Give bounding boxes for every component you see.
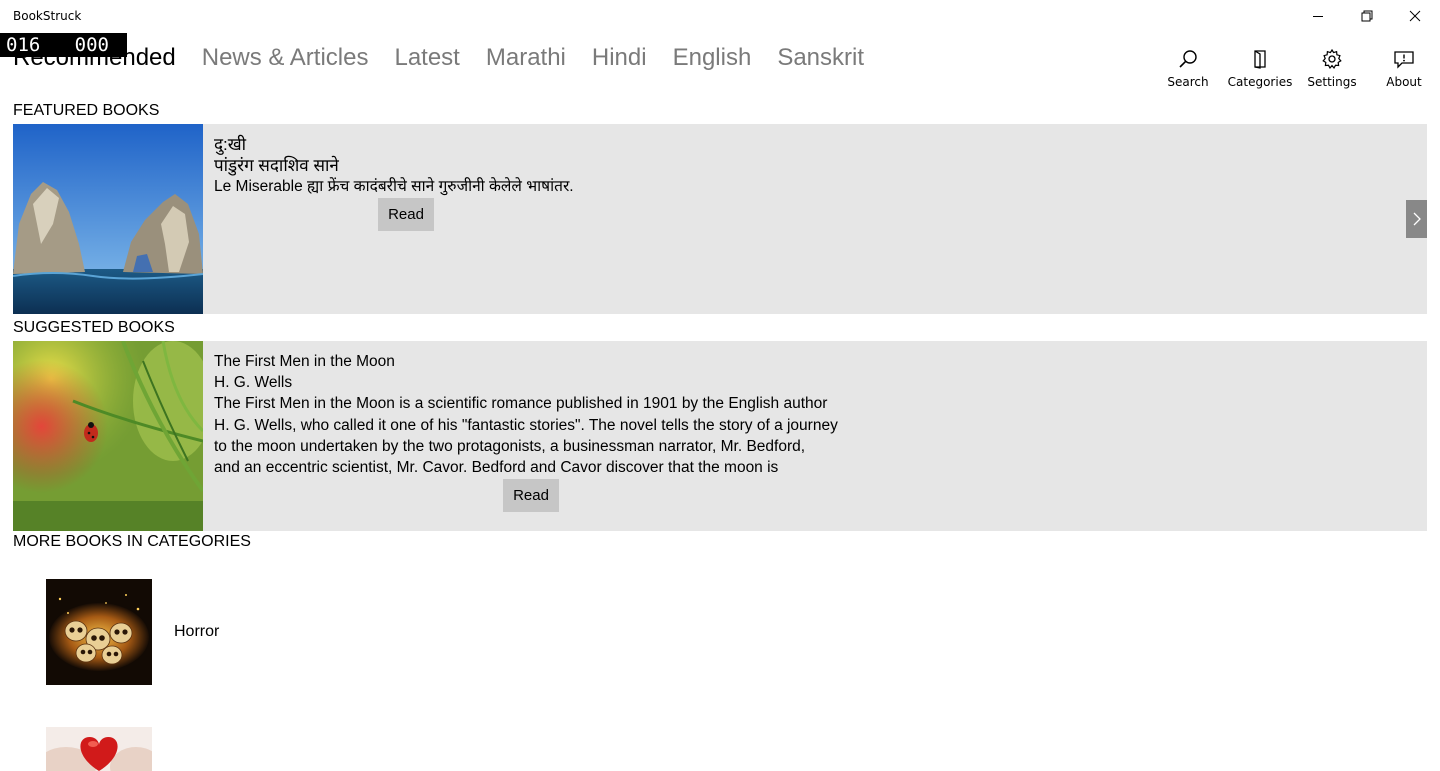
categories-button[interactable]: Categories (1224, 48, 1296, 94)
description-line: to the moon undertaken by the two protag… (214, 437, 806, 455)
close-button[interactable] (1392, 0, 1438, 32)
more-heading: MORE BOOKS IN CATEGORIES (13, 533, 251, 550)
minimize-button[interactable] (1295, 0, 1341, 32)
gear-icon (1322, 48, 1342, 70)
chevron-right-icon (1413, 212, 1421, 226)
featured-text: दु:खी पांडुरंग सदाशिव साने Le Miserable … (214, 134, 854, 198)
description-line: H. G. Wells, who called it one of his "f… (214, 416, 838, 434)
category-love-image[interactable] (46, 727, 152, 771)
about-button[interactable]: About (1368, 48, 1440, 94)
tab-hindi[interactable]: Hindi (592, 44, 647, 80)
suggested-heading: SUGGESTED BOOKS (13, 319, 175, 336)
tab-marathi[interactable]: Marathi (486, 44, 566, 80)
message-icon (1394, 51, 1414, 69)
suggested-card: The First Men in the Moon H. G. Wells Th… (13, 341, 1427, 531)
featured-book-description: Le Miserable ह्या फ्रेंच कादंबरीचे साने … (214, 178, 574, 196)
category-horror-label[interactable]: Horror (174, 623, 219, 641)
about-label: About (1386, 75, 1422, 89)
tab-latest[interactable]: Latest (394, 44, 459, 80)
search-button[interactable]: Search (1152, 48, 1224, 94)
sea-arch-rock-image (13, 124, 203, 314)
frame-counter-right: 000 (74, 34, 109, 56)
featured-heading: FEATURED BOOKS (13, 102, 160, 119)
search-icon (1179, 50, 1197, 68)
suggested-book-title: The First Men in the Moon (214, 353, 395, 370)
skulls-fire-image (46, 579, 152, 685)
ladybug-on-grass-image (13, 341, 203, 531)
suggested-book-description: The First Men in the Moon is a scientifi… (214, 393, 854, 478)
featured-card: दु:खी पांडुरंग सदाशिव साने Le Miserable … (13, 124, 1427, 314)
app-title: BookStruck (13, 9, 82, 23)
frame-counter: 016 000 (0, 33, 127, 57)
red-heart-image (46, 727, 152, 771)
search-label: Search (1167, 75, 1209, 89)
description-line: and an eccentric scientist, Mr. Cavor. B… (214, 459, 779, 477)
restore-icon (1361, 10, 1373, 22)
minimize-icon (1313, 16, 1323, 17)
suggested-book-image[interactable] (13, 341, 203, 531)
featured-read-button[interactable]: Read (378, 198, 434, 231)
close-icon (1409, 10, 1421, 22)
tab-news-articles[interactable]: News & Articles (202, 44, 369, 80)
restore-button[interactable] (1344, 0, 1390, 32)
suggested-read-button[interactable]: Read (503, 479, 559, 512)
categories-label: Categories (1227, 75, 1293, 89)
description-line: The First Men in the Moon is a scientifi… (214, 395, 828, 413)
tab-sanskrit[interactable]: Sanskrit (777, 44, 864, 80)
featured-book-title: दु:खी (214, 135, 247, 154)
pivot-nav: Recommended News & Articles Latest Marat… (13, 44, 890, 80)
book-icon (1254, 50, 1266, 69)
frame-counter-left: 016 (6, 34, 41, 56)
tab-english[interactable]: English (673, 44, 752, 80)
settings-button[interactable]: Settings (1296, 48, 1368, 94)
featured-book-author: पांडुरंग सदाशिव साने (214, 156, 339, 176)
featured-book-image[interactable] (13, 124, 203, 314)
suggested-text: The First Men in the Moon H. G. Wells Th… (214, 351, 854, 478)
settings-label: Settings (1307, 75, 1357, 89)
featured-next-button[interactable] (1406, 200, 1427, 238)
title-bar: BookStruck (0, 0, 1440, 32)
category-horror-image[interactable] (46, 579, 152, 685)
suggested-book-author: H. G. Wells (214, 374, 293, 392)
